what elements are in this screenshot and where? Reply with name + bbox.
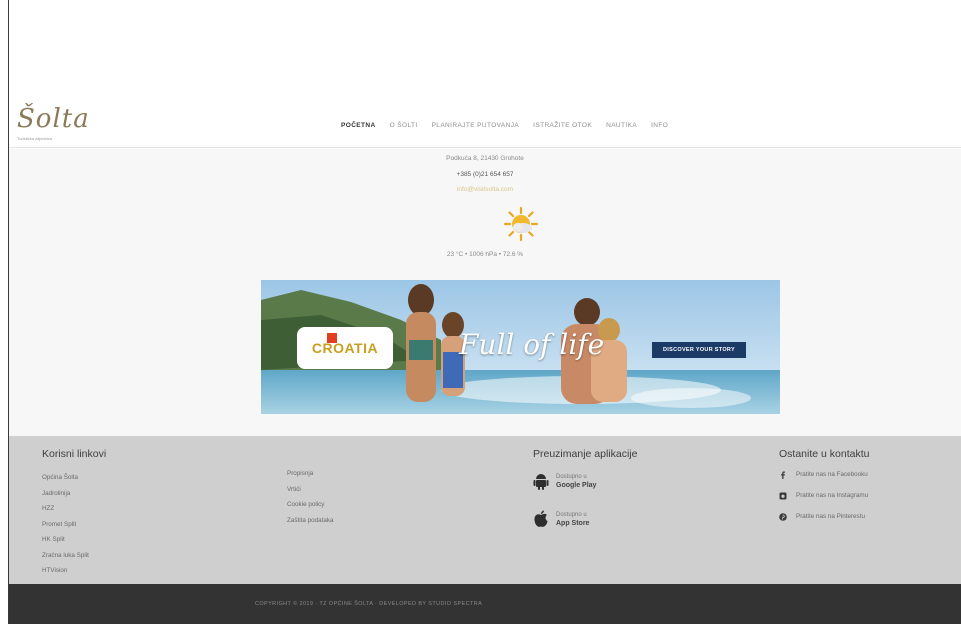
useful-links-column: Korisni linkovi Općina Šolta Jadrolinija… [42,448,106,579]
site-header: Šolta Turistička zajednica POČETNA O ŠOL… [9,104,961,148]
social-link-label: Pratite nas na Instagramu [796,492,869,499]
phone-link[interactable]: +385 (0)21 654 657 [9,171,961,178]
croatia-brand-text: CROATIA [311,340,379,356]
site-logo[interactable]: Šolta Turistička zajednica [17,104,97,146]
footer-link[interactable]: Zaštita podataka [287,513,334,529]
nav-item-o-solti[interactable]: O ŠOLTI [390,122,418,129]
contact-info-section: Podkuća 8, 21430 Grohote +385 (0)21 654 … [9,149,961,436]
android-icon [533,474,549,490]
apps-column: Preuzimanje aplikacije Dostupno u Google… [533,448,637,536]
logo-subtitle: Turistička zajednica [17,136,52,141]
more-links-column: Propisnja Vrtići Cookie policy Zaštita p… [287,466,334,528]
app-available-text: Dostupno u [556,473,587,480]
nav-item-planirajte-putovanja[interactable]: PLANIRAJTE PUTOVANJA [432,122,520,129]
sun-cloud-icon [503,206,539,242]
footer-link[interactable]: HK Split [42,532,106,548]
app-store-name: App Store [556,519,590,527]
discover-story-button[interactable]: DISCOVER YOUR STORY [652,342,746,358]
footer-link[interactable]: Propisnja [287,466,334,482]
app-store-name: Google Play [556,481,597,489]
footer-link[interactable]: HZZ [42,501,106,517]
logo-wordmark: Šolta [17,104,90,134]
instagram-icon [779,492,787,499]
footer-link[interactable]: HTVision [42,563,106,579]
pinterest-icon [779,512,787,521]
app-available-text: Dostupno u [556,511,587,518]
nav-item-pocetna[interactable]: POČETNA [341,122,376,129]
footer-link[interactable]: Cookie policy [287,497,334,513]
croatia-flag-icon [327,333,337,343]
apple-icon [534,510,548,527]
apps-title: Preuzimanje aplikacije [533,448,638,460]
copyright-bar: COPYRIGHT © 2019 · TZ OPĆINE ŠOLTA · DEV… [9,584,961,624]
croatia-banner[interactable]: CROATIA Full of life DISCOVER YOUR STORY [261,280,780,414]
copyright-text: COPYRIGHT © 2019 · TZ OPĆINE ŠOLTA · DEV… [255,601,483,607]
footer-link[interactable]: Jadrolinija [42,486,106,502]
pinterest-link[interactable]: Pratite nas na Pinterestu [779,506,869,527]
weather-readout: 23 °C • 1006 hPa • 72.6 % [446,251,524,258]
main-nav: POČETNA O ŠOLTI PLANIRAJTE PUTOVANJA IST… [341,122,668,129]
facebook-icon [781,471,785,479]
footer-link[interactable]: Vrtići [287,482,334,498]
google-play-link[interactable]: Dostupno u Google Play [533,464,637,498]
croatia-brand-badge: CROATIA [297,327,393,369]
footer-link[interactable]: Zračna luka Split [42,548,106,564]
footer-link[interactable]: Općina Šolta [42,470,106,486]
instagram-link[interactable]: Pratite nas na Instagramu [779,485,869,506]
social-link-label: Pratite nas na Facebooku [796,471,868,478]
footer-link[interactable]: Promet Split [42,517,106,533]
contact-title: Ostanite u kontaktu [779,448,870,460]
page: Šolta Turistička zajednica POČETNA O ŠOL… [0,0,961,624]
facebook-link[interactable]: Pratite nas na Facebooku [779,464,869,485]
email-link[interactable]: info@visitsolta.com [9,186,961,193]
social-link-label: Pratite nas na Pinterestu [796,513,865,520]
contact-column: Ostanite u kontaktu Pratite nas na Faceb… [779,448,869,527]
nav-item-istrazite-otok[interactable]: ISTRAŽITE OTOK [533,122,592,129]
nav-item-nautika[interactable]: NAUTIKA [606,122,637,129]
banner-slogan: Full of life [459,328,605,361]
site-footer: Korisni linkovi Općina Šolta Jadrolinija… [9,436,961,584]
nav-item-info[interactable]: INFO [651,122,668,129]
useful-links-title: Korisni linkovi [42,448,107,460]
address-text: Podkuća 8, 21430 Grohote [446,155,524,162]
app-store-link[interactable]: Dostupno u App Store [533,502,637,536]
